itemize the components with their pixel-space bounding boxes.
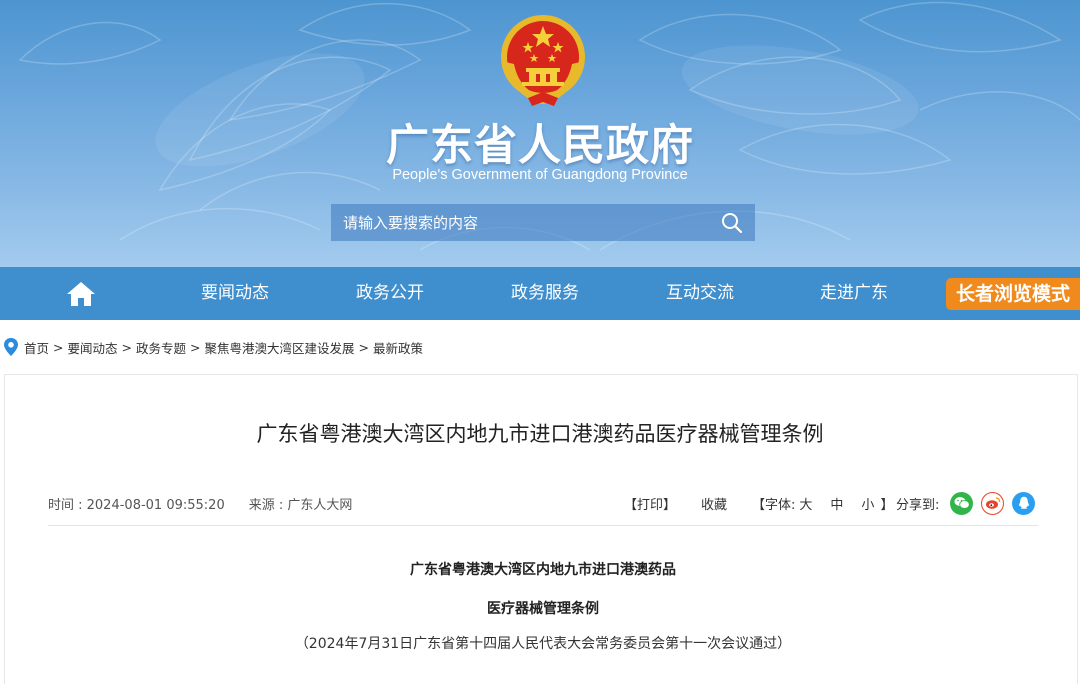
share-wechat[interactable]	[950, 491, 974, 515]
share-bar: 分享到:	[896, 491, 1036, 515]
publish-time: 时间 : 2024-08-01 09:55:20	[48, 498, 225, 513]
nav-item-services[interactable]: 政务服务	[485, 267, 605, 320]
font-size-control: 【字体: 大 中 小 】	[752, 491, 893, 515]
article-meta: 时间 : 2024-08-01 09:55:20 来源 : 广东人大网	[48, 494, 352, 513]
home-button[interactable]	[66, 281, 96, 307]
breadcrumb-separator: >	[121, 339, 132, 355]
breadcrumb-greater-bay-area[interactable]: 聚焦粤港澳大湾区建设发展	[205, 338, 355, 357]
nav-item-about-guangdong[interactable]: 走进广东	[794, 267, 914, 320]
document-adoption-note: （2024年7月31日广东省第十四届人民代表大会常务委员会第十一次会议通过）	[294, 636, 792, 652]
main-nav: 要闻动态 政务公开 政务服务 互动交流 走进广东	[0, 267, 1080, 320]
breadcrumb-separator: >	[53, 339, 64, 355]
favorite-button[interactable]: 收藏	[701, 491, 727, 515]
elder-mode-button[interactable]: 长者浏览模式	[946, 278, 1080, 310]
font-small-button[interactable]: 小	[861, 494, 874, 513]
location-pin-icon	[4, 338, 18, 356]
search-bar	[331, 204, 755, 241]
search-button[interactable]	[709, 204, 755, 241]
print-label: 【打印】	[624, 497, 677, 513]
national-emblem	[501, 15, 585, 106]
qq-icon	[1018, 496, 1029, 509]
breadcrumb-home[interactable]: 首页	[24, 338, 49, 357]
nav-item-news[interactable]: 要闻动态	[175, 267, 295, 320]
wechat-icon	[954, 497, 970, 509]
header-banner: 广东省人民政府 People's Government of Guangdong…	[0, 0, 1080, 267]
breadcrumb: 首页 > 要闻动态 > 政务专题 > 聚焦粤港澳大湾区建设发展 > 最新政策	[0, 330, 423, 364]
breadcrumb-separator: >	[358, 339, 369, 355]
article-source: 来源 : 广东人大网	[248, 498, 353, 513]
nav-item-interaction[interactable]: 互动交流	[640, 267, 760, 320]
search-input[interactable]	[331, 204, 709, 241]
breadcrumb-separator: >	[190, 339, 201, 355]
share-qq[interactable]	[1012, 491, 1036, 515]
document-title-line2: 医疗器械管理条例	[487, 601, 599, 617]
favorite-label: 收藏	[701, 497, 728, 513]
meta-divider	[48, 525, 1038, 526]
document-title-line1: 广东省粤港澳大湾区内地九市进口港澳药品	[410, 562, 676, 578]
font-size-label: 【字体:	[752, 497, 796, 513]
print-button[interactable]: 【打印】	[624, 491, 676, 515]
share-label: 分享到:	[896, 497, 940, 513]
nav-item-government-affairs[interactable]: 政务公开	[330, 267, 450, 320]
font-size-close: 】	[880, 497, 894, 513]
site-title: 广东省人民政府	[386, 121, 694, 171]
breadcrumb-latest-policy[interactable]: 最新政策	[373, 338, 423, 357]
search-icon	[722, 212, 743, 233]
article-title: 广东省粤港澳大湾区内地九市进口港澳药品医疗器械管理条例	[256, 422, 824, 446]
breadcrumb-news[interactable]: 要闻动态	[68, 338, 118, 357]
font-large-button[interactable]: 大	[799, 494, 812, 513]
breadcrumb-topics[interactable]: 政务专题	[136, 338, 186, 357]
font-medium-button[interactable]: 中	[830, 494, 843, 513]
weibo-icon	[985, 497, 1001, 509]
site-subtitle: People's Government of Guangdong Provinc…	[392, 167, 688, 183]
share-weibo[interactable]	[981, 491, 1005, 515]
home-icon	[67, 282, 95, 306]
